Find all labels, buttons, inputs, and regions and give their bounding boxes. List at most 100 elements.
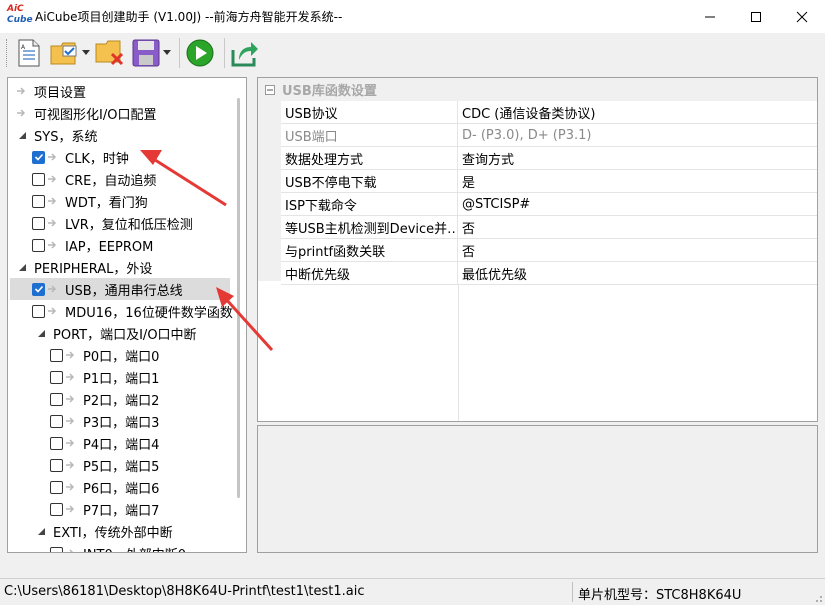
arrow-right-icon [47, 152, 59, 162]
int0-checkbox[interactable] [50, 546, 63, 552]
tree-item-cre[interactable]: CRE，自动追频 [32, 168, 156, 190]
property-row-usb-download[interactable]: USB不停电下载 是 [281, 170, 817, 193]
property-value[interactable]: 否 [458, 241, 475, 260]
resize-grip-icon[interactable] [813, 593, 823, 603]
property-grid: USB库函数设置 USB协议 CDC (通信设备类协议) USB端口 D- (P… [257, 77, 818, 422]
tree-item-wdt[interactable]: WDT，看门狗 [32, 190, 148, 212]
property-row-usb-protocol[interactable]: USB协议 CDC (通信设备类协议) [281, 101, 817, 124]
p2-checkbox[interactable] [50, 392, 63, 406]
tree-item-peripheral[interactable]: PERIPHERAL，外设 [16, 256, 152, 278]
save-dropdown-button[interactable] [162, 37, 171, 69]
p5-checkbox[interactable] [50, 458, 63, 472]
p3-checkbox[interactable] [50, 414, 63, 428]
close-project-icon [95, 40, 124, 66]
new-project-button[interactable]: A [13, 37, 45, 69]
tree-item-label: MDU16，16位硬件数学函数 [65, 305, 233, 321]
open-folder-button[interactable] [49, 37, 81, 69]
lvr-checkbox[interactable] [32, 216, 45, 230]
app-logo: AiC Cube [5, 4, 33, 30]
tree-item-io-config[interactable]: 可视图形化I/O口配置 [16, 102, 156, 124]
tree-item-label: PERIPHERAL，外设 [34, 261, 153, 277]
tree-item-lvr[interactable]: LVR，复位和低压检测 [32, 212, 193, 234]
property-name: 等USB主机检测到Device并… [281, 216, 458, 238]
property-value[interactable]: @STCISP# [458, 197, 530, 212]
collapse-icon[interactable] [258, 84, 282, 95]
arrow-right-icon [47, 284, 59, 294]
component-tree[interactable]: 项目设置 可视图形化I/O口配置 SYS，系统 CLK，时钟 CRE，自动追频 … [7, 77, 247, 553]
minimize-button[interactable] [687, 0, 733, 33]
tree-item-exti[interactable]: EXTI，传统外部中断 [35, 520, 173, 542]
p6-checkbox[interactable] [50, 480, 63, 494]
cre-checkbox[interactable] [32, 172, 45, 186]
expanded-triangle-icon[interactable] [35, 327, 47, 339]
expanded-triangle-icon[interactable] [35, 525, 47, 537]
expanded-triangle-icon[interactable] [16, 129, 28, 141]
run-button[interactable] [184, 37, 216, 69]
arrow-right-icon [47, 218, 59, 228]
property-value[interactable]: 否 [458, 218, 475, 237]
property-row-data-processing[interactable]: 数据处理方式 查询方式 [281, 147, 817, 170]
property-row-isp-command[interactable]: ISP下载命令 @STCISP# [281, 193, 817, 216]
property-name: 中断优先级 [281, 262, 458, 284]
property-value[interactable]: CDC (通信设备类协议) [458, 103, 595, 122]
property-row-wait-host[interactable]: 等USB主机检测到Device并… 否 [281, 216, 817, 239]
p0-checkbox[interactable] [50, 348, 63, 362]
tree-item-p2[interactable]: P2口，端口2 [50, 388, 159, 410]
tree-item-p0[interactable]: P0口，端口0 [50, 344, 159, 366]
property-category[interactable]: USB库函数设置 [258, 78, 817, 101]
tree-item-project-settings[interactable]: 项目设置 [16, 80, 86, 102]
tree-item-label: P2口，端口2 [83, 393, 160, 409]
p7-checkbox[interactable] [50, 502, 63, 516]
tree-item-label: WDT，看门狗 [65, 195, 148, 211]
property-row-interrupt-priority[interactable]: 中断优先级 最低优先级 [281, 262, 817, 285]
property-name: USB协议 [281, 101, 458, 123]
maximize-button[interactable] [733, 0, 779, 33]
tree-item-p4[interactable]: P4口，端口4 [50, 432, 159, 454]
toolbar-grip[interactable] [6, 39, 9, 67]
tree-item-p3[interactable]: P3口，端口3 [50, 410, 159, 432]
tree-item-iap[interactable]: IAP，EEPROM [32, 234, 153, 256]
p1-checkbox[interactable] [50, 370, 63, 384]
logo-line-2: Cube [7, 14, 33, 25]
property-row-usb-port[interactable]: USB端口 D- (P3.0), D+ (P3.1) [281, 124, 817, 147]
mdu16-checkbox[interactable] [32, 304, 45, 318]
tree-item-clk[interactable]: CLK，时钟 [32, 146, 129, 168]
close-button[interactable] [779, 0, 825, 33]
export-button[interactable] [229, 37, 261, 69]
property-name: 与printf函数关联 [281, 239, 458, 261]
save-button[interactable] [130, 37, 162, 69]
tree-item-mdu16[interactable]: MDU16，16位硬件数学函数 [32, 300, 233, 322]
tree-item-sys[interactable]: SYS，系统 [16, 124, 97, 146]
iap-checkbox[interactable] [32, 238, 45, 252]
new-project-icon: A [18, 39, 40, 67]
tree-item-usb[interactable]: USB，通用串行总线 [10, 278, 230, 300]
property-value[interactable]: 查询方式 [458, 149, 514, 168]
property-name: USB不停电下载 [281, 170, 458, 192]
wdt-checkbox[interactable] [32, 194, 45, 208]
minimize-icon [705, 16, 715, 17]
tree-item-p7[interactable]: P7口，端口7 [50, 498, 159, 520]
usb-checkbox[interactable] [32, 282, 45, 296]
tree-item-p6[interactable]: P6口，端口6 [50, 476, 159, 498]
tree-item-int0[interactable]: INT0，外部中断0 [50, 542, 186, 552]
property-row-printf[interactable]: 与printf函数关联 否 [281, 239, 817, 262]
column-divider[interactable] [458, 284, 459, 421]
expanded-triangle-icon[interactable] [16, 261, 28, 273]
tree-item-p5[interactable]: P5口，端口5 [50, 454, 159, 476]
open-dropdown-button[interactable] [81, 37, 90, 69]
maximize-icon [751, 11, 761, 22]
property-value[interactable]: 最低优先级 [458, 264, 527, 283]
close-project-button[interactable] [94, 37, 126, 69]
p4-checkbox[interactable] [50, 436, 63, 450]
window-title: AiCube项目创建助手 (V1.00J) --前海方舟智能开发系统-- [35, 10, 343, 24]
arrow-right-icon [16, 108, 28, 118]
property-name: ISP下载命令 [281, 193, 458, 215]
property-value[interactable]: 是 [458, 172, 475, 191]
tree-item-p1[interactable]: P1口，端口1 [50, 366, 159, 388]
tree-item-port[interactable]: PORT，端口及I/O口中断 [35, 322, 197, 344]
clk-checkbox[interactable] [32, 150, 45, 164]
property-name: USB端口 [281, 124, 458, 146]
chevron-down-icon [162, 50, 171, 55]
tree-scrollbar[interactable] [237, 98, 240, 498]
tree-item-label: IAP，EEPROM [65, 239, 154, 255]
